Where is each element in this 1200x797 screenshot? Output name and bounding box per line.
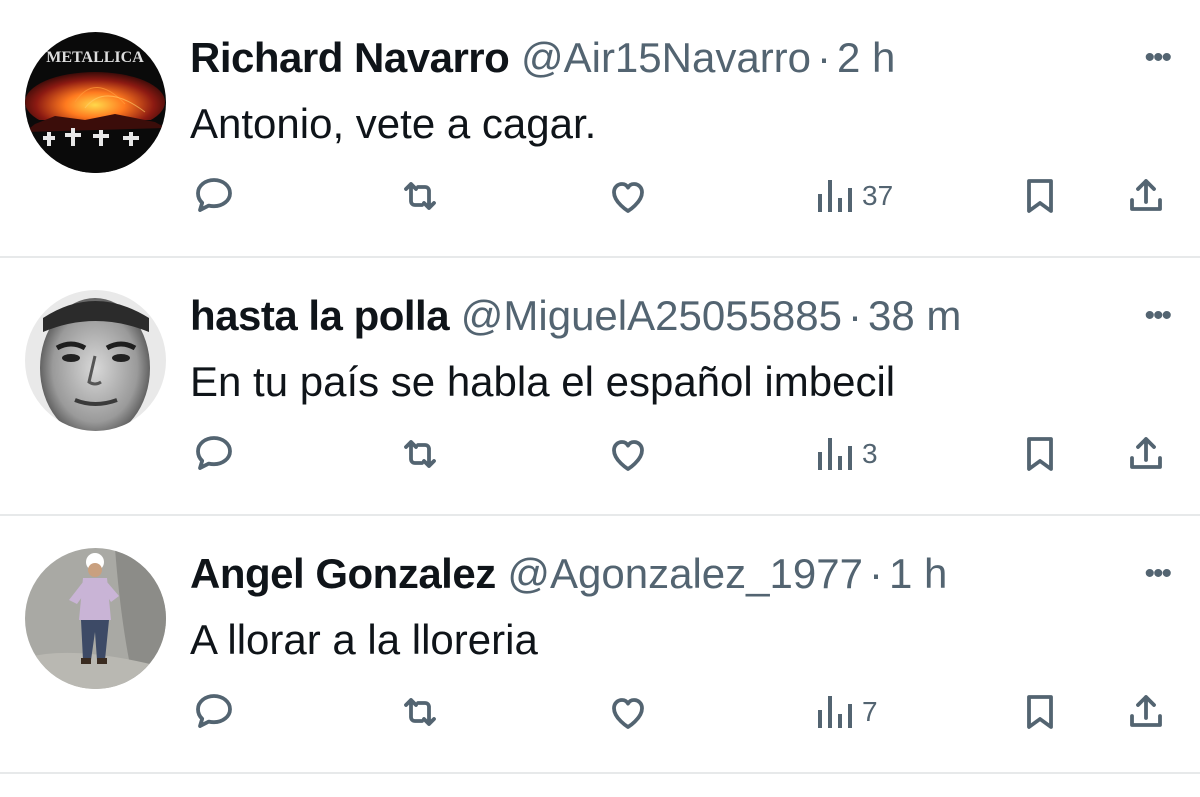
timestamp[interactable]: 38 m [868, 292, 961, 339]
reply-button[interactable] [190, 430, 238, 478]
timestamp[interactable]: 2 h [837, 34, 895, 81]
display-name[interactable]: hasta la polla [190, 292, 450, 339]
views-bars-icon [818, 180, 852, 212]
man-face-avatar [25, 290, 166, 431]
share-icon [1130, 437, 1162, 469]
heart-icon [612, 182, 644, 213]
like-button[interactable] [604, 688, 652, 736]
tweet-text: Antonio, vete a cagar. [190, 100, 597, 147]
bookmark-icon [1027, 695, 1053, 729]
reply-icon [196, 178, 232, 212]
avatar-logo: METALLICA [46, 49, 144, 66]
more-dots-icon[interactable]: ••• [1144, 43, 1171, 73]
views-count: 37 [862, 180, 894, 211]
tweet[interactable]: hasta la polla @MiguelA25055885 · 38 m •••… [0, 258, 1200, 516]
timestamp[interactable]: 1 h [889, 550, 947, 597]
bookmark-icon [1027, 179, 1053, 213]
retweet-button[interactable] [396, 172, 444, 220]
views-bars-icon [818, 438, 852, 470]
avatar[interactable] [25, 548, 166, 689]
share-button[interactable] [1122, 688, 1170, 736]
views-bars-icon [818, 696, 852, 728]
reply-icon [196, 694, 232, 728]
share-icon [1130, 179, 1162, 211]
avatar[interactable]: METALLICA [25, 32, 166, 173]
like-button[interactable] [604, 430, 652, 478]
views-button[interactable]: 3 [812, 430, 878, 478]
reply-icon [196, 436, 232, 470]
tweet[interactable]: METALLICA Richard Navarro @Air15Navarro ·… [0, 0, 1200, 258]
like-button[interactable] [604, 172, 652, 220]
more-dots-icon[interactable]: ••• [1144, 559, 1171, 589]
display-name[interactable]: Richard Navarro [190, 34, 510, 81]
bookmark-button[interactable] [1016, 430, 1064, 478]
retweet-icon [404, 698, 436, 726]
views-button[interactable]: 7 [812, 688, 878, 736]
worker-photo-avatar [25, 548, 166, 689]
tweet[interactable]: Angel Gonzalez @Agonzalez_1977 · 1 h ••• A… [0, 516, 1200, 774]
tweet-text: A llorar a la lloreria [190, 616, 538, 663]
replies-feed: METALLICA Richard Navarro @Air15Navarro ·… [0, 0, 1200, 797]
reply-button[interactable] [190, 688, 238, 736]
heart-icon [612, 440, 644, 471]
views-button[interactable]: 37 [812, 172, 893, 220]
user-handle[interactable]: @Air15Navarro [521, 34, 811, 81]
bookmark-icon [1027, 437, 1053, 471]
bookmark-button[interactable] [1016, 172, 1064, 220]
more-dots-icon[interactable]: ••• [1144, 301, 1171, 331]
tweet-header: Richard Navarro @Air15Navarro · 2 h [190, 34, 895, 82]
share-button[interactable] [1122, 172, 1170, 220]
tweet-header: Angel Gonzalez @Agonzalez_1977 · 1 h [190, 550, 947, 598]
share-button[interactable] [1122, 430, 1170, 478]
retweet-icon [404, 182, 436, 210]
retweet-button[interactable] [396, 688, 444, 736]
user-handle[interactable]: @Agonzalez_1977 [507, 550, 863, 597]
separator-dot: · [868, 550, 883, 597]
bookmark-button[interactable] [1016, 688, 1064, 736]
metallica-album-avatar: METALLICA [25, 32, 166, 173]
separator-dot: · [848, 292, 863, 339]
tweet-text: En tu país se habla el español imbecil [190, 358, 896, 405]
views-count: 7 [862, 696, 878, 727]
separator-dot: · [817, 34, 832, 81]
display-name[interactable]: Angel Gonzalez [190, 550, 496, 597]
tweet-actions: 37 [0, 172, 1200, 220]
avatar[interactable] [25, 290, 166, 431]
views-count: 3 [862, 438, 878, 469]
retweet-button[interactable] [396, 430, 444, 478]
user-handle[interactable]: @MiguelA25055885 [461, 292, 842, 339]
retweet-icon [404, 440, 436, 468]
tweet-actions: 3 [0, 430, 1200, 478]
heart-icon [612, 698, 644, 729]
reply-button[interactable] [190, 172, 238, 220]
share-icon [1130, 695, 1162, 727]
tweet-actions: 7 [0, 688, 1200, 736]
tweet-header: hasta la polla @MiguelA25055885 · 38 m [190, 292, 961, 340]
